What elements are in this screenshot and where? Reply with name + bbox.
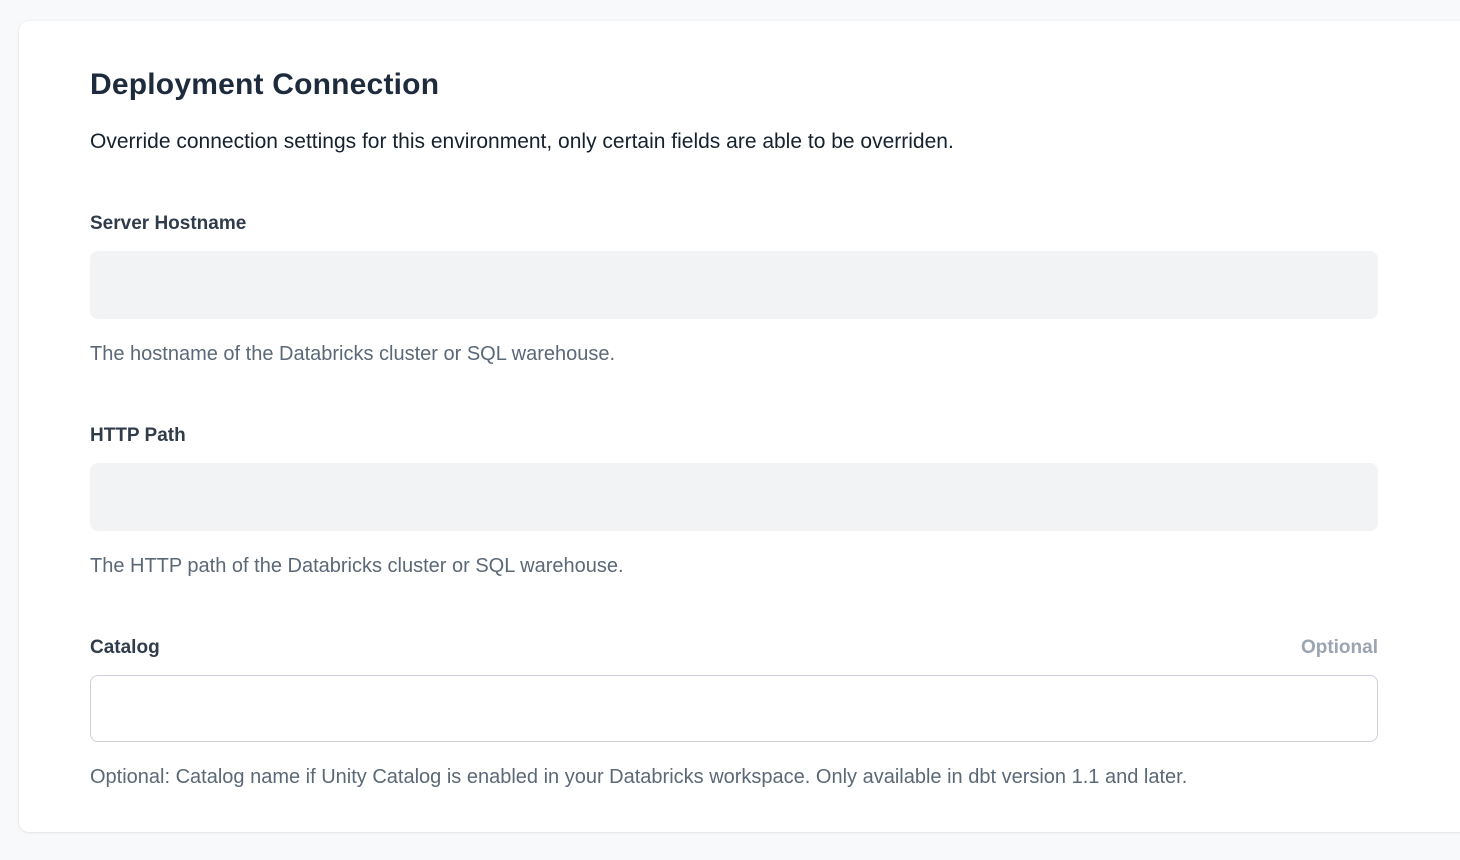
catalog-label: Catalog — [90, 635, 160, 660]
server-hostname-help: The hostname of the Databricks cluster o… — [90, 341, 1378, 367]
page-title: Deployment Connection — [90, 66, 1378, 104]
field-group-http-path: HTTP Path The HTTP path of the Databrick… — [90, 423, 1378, 579]
field-group-server-hostname: Server Hostname The hostname of the Data… — [90, 211, 1378, 367]
optional-badge: Optional — [1301, 635, 1378, 660]
http-path-help: The HTTP path of the Databricks cluster … — [90, 553, 1378, 579]
deployment-connection-card: Deployment Connection Override connectio… — [19, 21, 1460, 832]
field-group-catalog: Catalog Optional Optional: Catalog name … — [90, 635, 1378, 790]
server-hostname-input — [90, 251, 1378, 319]
http-path-label: HTTP Path — [90, 423, 186, 448]
page-subtitle: Override connection settings for this en… — [90, 128, 1378, 155]
field-label-row: HTTP Path — [90, 423, 1378, 448]
catalog-help: Optional: Catalog name if Unity Catalog … — [90, 764, 1378, 790]
server-hostname-label: Server Hostname — [90, 211, 246, 236]
field-label-row: Server Hostname — [90, 211, 1378, 236]
catalog-input[interactable] — [90, 675, 1378, 742]
card-content: Deployment Connection Override connectio… — [19, 21, 1378, 790]
field-label-row: Catalog Optional — [90, 635, 1378, 660]
http-path-input — [90, 463, 1378, 531]
